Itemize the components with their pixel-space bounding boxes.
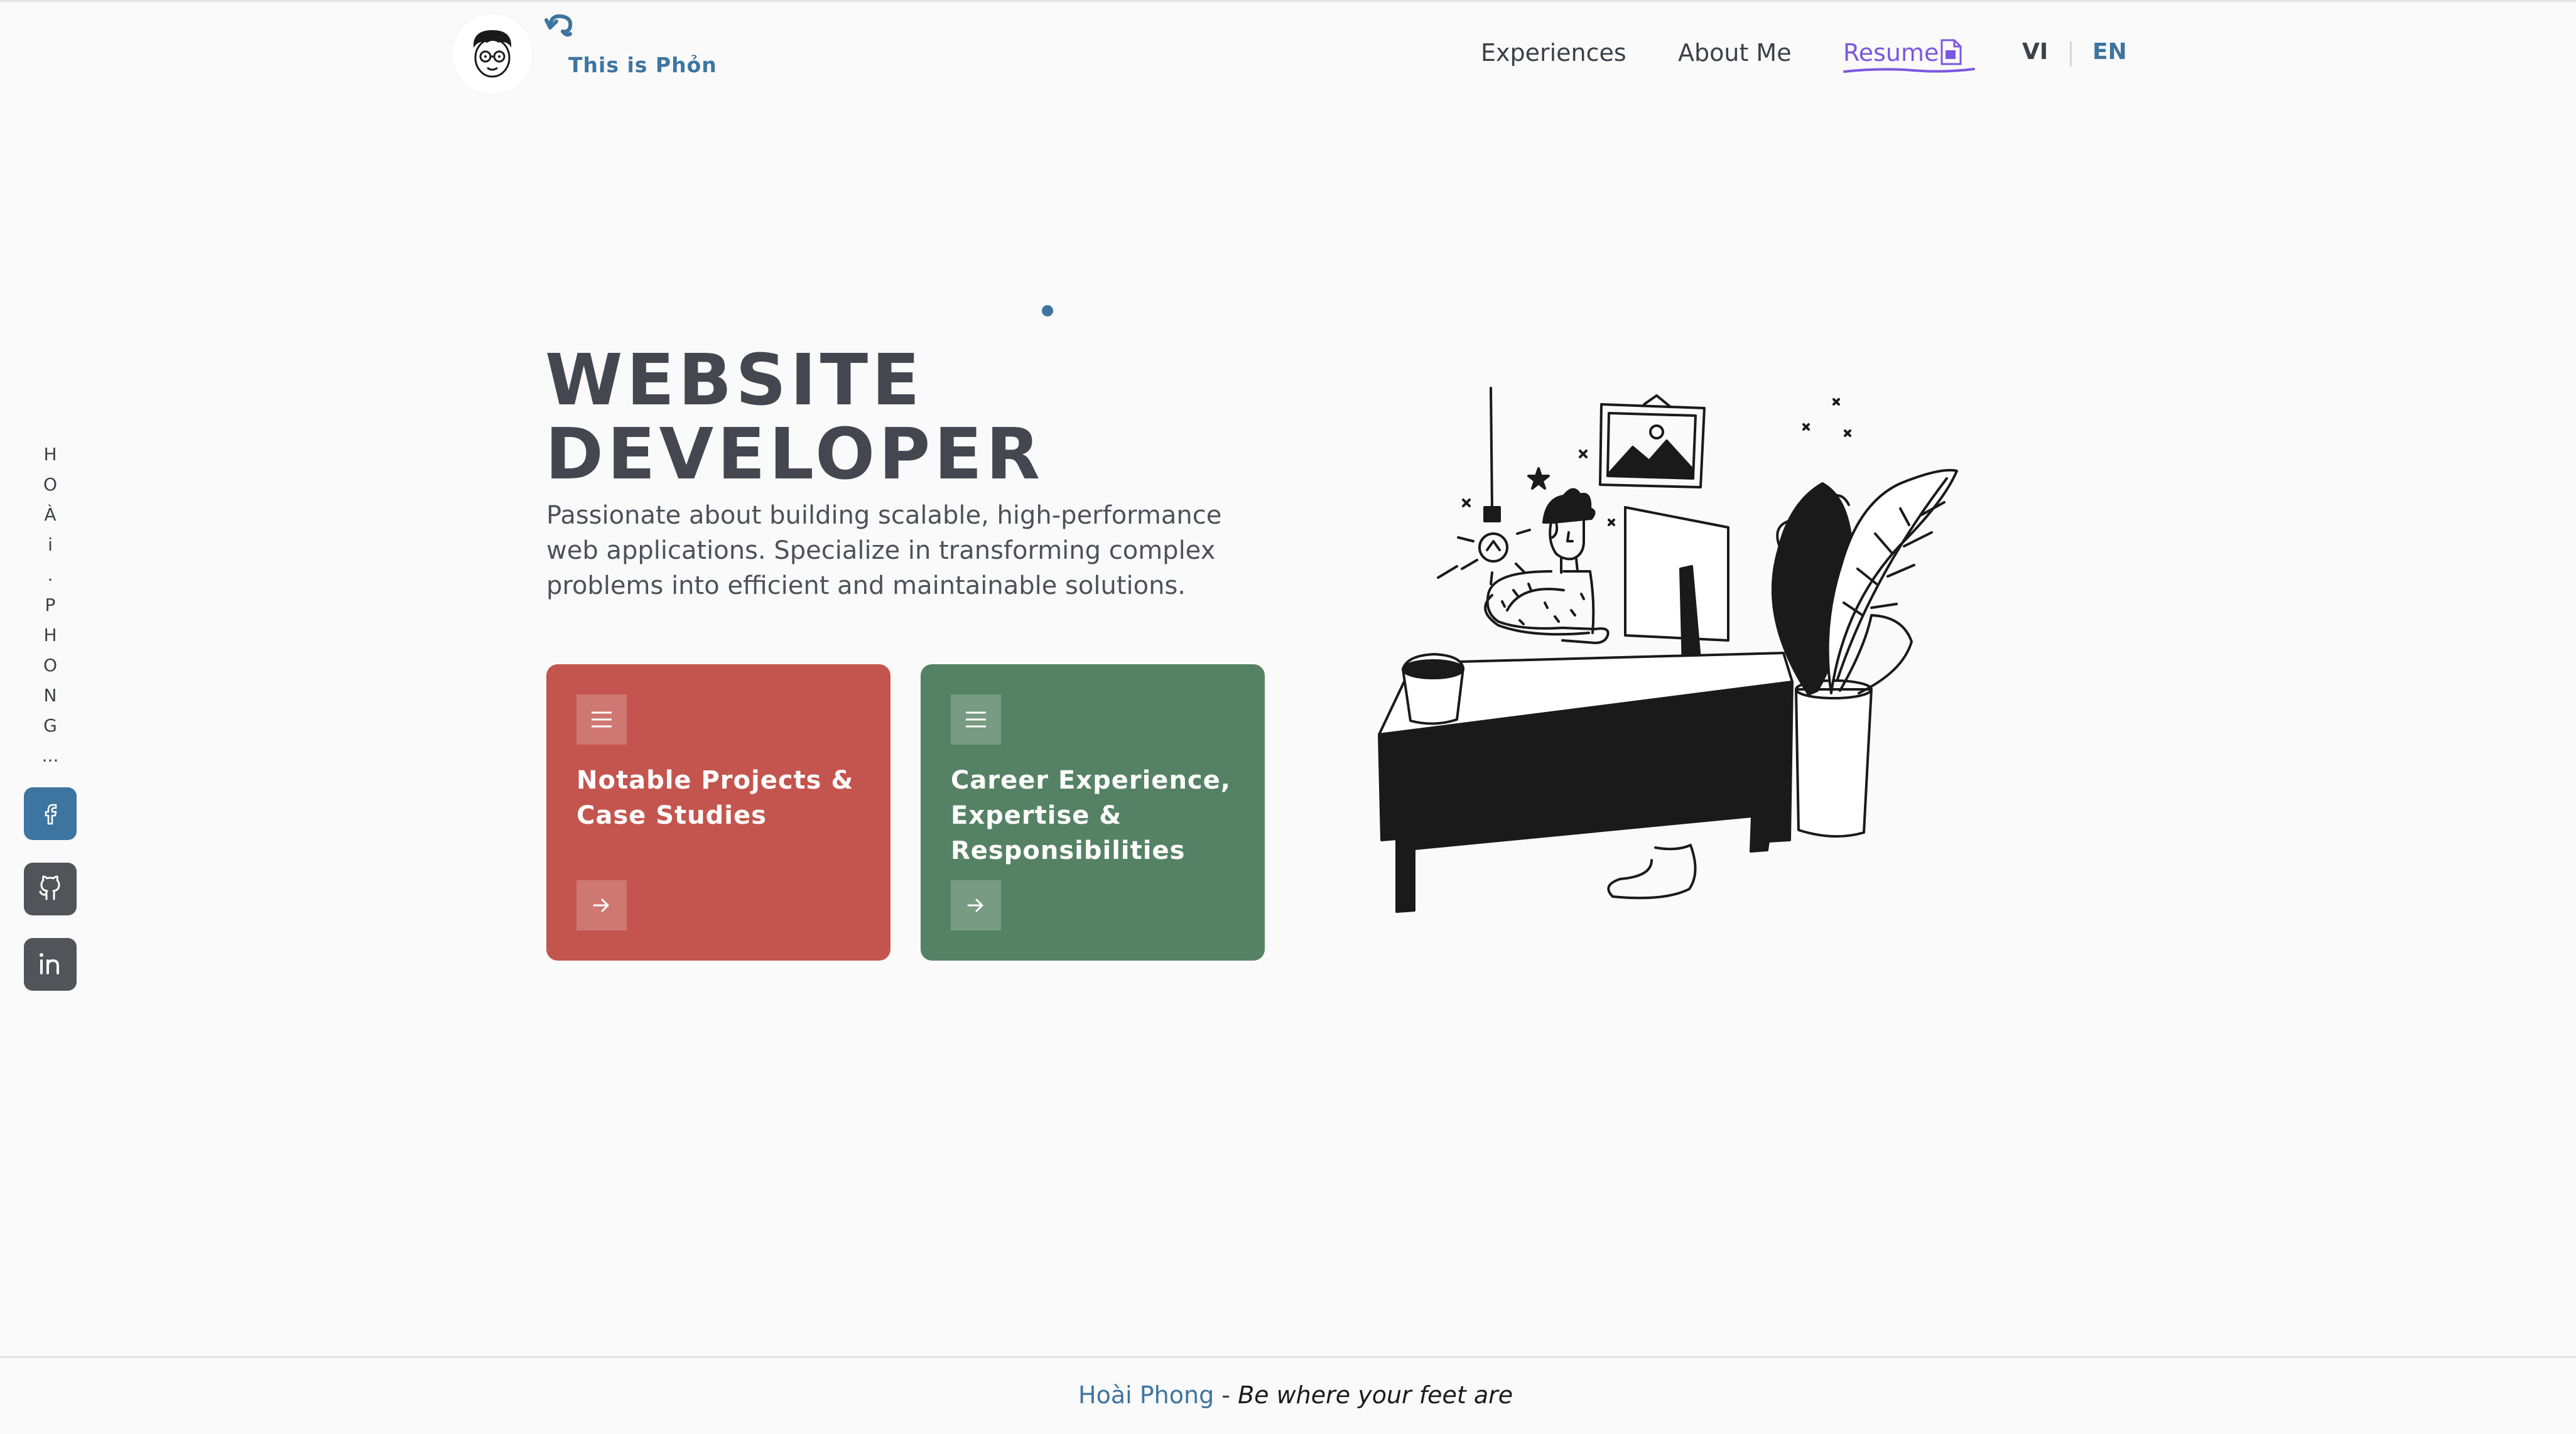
hero-description-line: problems into efficient and maintainable… (546, 571, 1186, 600)
name-letter: P (45, 595, 56, 615)
footer-separator: - (1214, 1381, 1238, 1409)
github-button[interactable] (24, 863, 77, 915)
hero-title-line2: DEVELOPER (545, 414, 1044, 495)
nav-about-me[interactable]: About Me (1678, 39, 1792, 67)
linkedin-button[interactable] (24, 938, 77, 991)
footer-name[interactable]: Hoài Phong (1078, 1381, 1214, 1409)
menu-icon (576, 694, 627, 745)
arrow-right-icon[interactable] (951, 880, 1001, 930)
name-letter: G (43, 715, 57, 736)
name-letter: ... (41, 745, 59, 766)
developer-desk-illustration (1378, 387, 1958, 913)
name-letter: H (43, 444, 57, 465)
footer: Hoài Phong - Be where your feet are (1078, 1381, 1513, 1409)
card-title-line: Case Studies (576, 801, 767, 830)
avatar-logo[interactable] (452, 14, 533, 94)
hero-title-line1: WEBSITE (545, 340, 924, 421)
hero-description-line: Passionate about building scalable, high… (546, 501, 1222, 530)
nav-resume[interactable]: Resume (1843, 39, 1939, 67)
nav-experiences[interactable]: Experiences (1481, 39, 1626, 67)
github-icon (39, 875, 60, 900)
document-icon[interactable] (1939, 39, 1962, 68)
card-title-line: Expertise & (951, 801, 1122, 830)
facebook-icon (45, 804, 57, 825)
brand-text[interactable]: This is Phỏn (568, 53, 717, 77)
arrow-right-icon[interactable] (576, 880, 627, 930)
decorative-dot (1042, 305, 1053, 316)
card-title-line: Career Experience, (951, 766, 1231, 795)
avatar-face-icon (473, 30, 512, 78)
hero-description-line: web applications. Specialize in transfor… (546, 536, 1216, 565)
name-letter: i (48, 534, 53, 555)
facebook-button[interactable] (24, 787, 77, 840)
card-title-line: Responsibilities (951, 836, 1186, 865)
linkedin-icon (40, 953, 59, 974)
top-border (0, 0, 2576, 2)
card-title-line: Notable Projects & (576, 766, 854, 795)
menu-icon (951, 694, 1001, 745)
name-letter: N (43, 685, 57, 706)
name-letter: H (43, 625, 57, 645)
name-letter: O (43, 474, 58, 495)
footer-tagline: Be where your feet are (1238, 1381, 1513, 1409)
lang-en-button[interactable]: EN (2092, 39, 2127, 65)
resume-underline (1843, 68, 1975, 73)
undo-arrow-icon[interactable] (544, 11, 579, 46)
footer-border (0, 1356, 2576, 1358)
lang-divider (2070, 41, 2072, 67)
name-letter: O (43, 655, 58, 676)
name-letter: À (44, 504, 57, 525)
lang-vi-button[interactable]: VI (2022, 39, 2048, 65)
projects-card[interactable]: Notable Projects & Case Studies (546, 664, 890, 961)
name-letter: . (47, 564, 53, 585)
career-card[interactable]: Career Experience, Expertise & Responsib… (921, 664, 1265, 961)
vertical-name: H O À i . P H O N G ... (39, 439, 62, 771)
